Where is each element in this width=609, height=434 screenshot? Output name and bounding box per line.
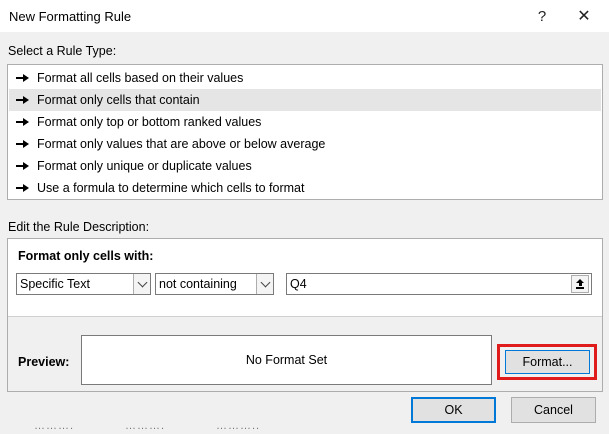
rule-item-label: Format only cells that contain — [37, 93, 200, 107]
cancel-button[interactable]: Cancel — [511, 397, 596, 423]
rule-description-panel: Format only cells with: Specific Text no… — [7, 238, 603, 392]
help-button[interactable]: ? — [528, 4, 556, 28]
preview-text: No Format Set — [245, 353, 328, 367]
text-value-input[interactable] — [287, 275, 571, 293]
rule-item-unique-duplicate[interactable]: Format only unique or duplicate values — [9, 155, 601, 177]
arrow-right-icon — [16, 73, 30, 83]
operator-dropdown[interactable]: not containing — [155, 273, 274, 295]
background-cell-text: ………. — [125, 427, 165, 432]
chevron-down-icon — [137, 277, 147, 287]
background-cell-text: ……….. — [216, 427, 260, 432]
cell-value-type-dropdown[interactable]: Specific Text — [16, 273, 151, 295]
rule-item-above-below-average[interactable]: Format only values that are above or bel… — [9, 133, 601, 155]
preview-box: No Format Set — [81, 335, 492, 385]
chevron-down-icon — [260, 277, 270, 287]
format-button[interactable]: Format... — [505, 350, 590, 374]
text-value-field[interactable] — [286, 273, 592, 295]
rule-item-top-bottom[interactable]: Format only top or bottom ranked values — [9, 111, 601, 133]
dropdown-value: not containing — [159, 277, 237, 291]
rule-item-formula[interactable]: Use a formula to determine which cells t… — [9, 177, 601, 199]
close-button[interactable]: ✕ — [570, 4, 598, 28]
dropdown-arrow[interactable] — [133, 274, 150, 294]
rule-type-label: Select a Rule Type: — [8, 44, 117, 58]
rule-description-label: Edit the Rule Description: — [8, 220, 150, 234]
dropdown-arrow[interactable] — [256, 274, 273, 294]
rule-type-list[interactable]: Format all cells based on their values F… — [7, 64, 603, 200]
rule-item-all-cells[interactable]: Format all cells based on their values — [9, 67, 601, 89]
dropdown-value: Specific Text — [20, 277, 90, 291]
rule-item-cells-that-contain[interactable]: Format only cells that contain — [9, 89, 601, 111]
background-sheet-strip: ………. ………. ……….. — [0, 427, 609, 434]
arrow-right-icon — [16, 161, 30, 171]
criteria-area: Format only cells with: Specific Text no… — [8, 239, 602, 317]
arrow-right-icon — [16, 183, 30, 193]
title-bar: New Formatting Rule ? ✕ — [0, 0, 609, 32]
rule-item-label: Format only top or bottom ranked values — [37, 115, 262, 129]
arrow-right-icon — [16, 139, 30, 149]
background-cell-text: ………. — [34, 427, 74, 432]
ok-button[interactable]: OK — [411, 397, 496, 423]
dialog-title: New Formatting Rule — [9, 9, 132, 24]
rule-item-label: Use a formula to determine which cells t… — [37, 181, 305, 195]
arrow-right-icon — [16, 95, 30, 105]
rule-item-label: Format all cells based on their values — [37, 71, 244, 85]
rule-item-label: Format only unique or duplicate values — [37, 159, 252, 173]
upload-arrow-icon — [576, 279, 584, 289]
preview-label: Preview: — [18, 355, 70, 369]
arrow-right-icon — [16, 117, 30, 127]
format-cells-with-label: Format only cells with: — [18, 249, 154, 263]
rule-item-label: Format only values that are above or bel… — [37, 137, 326, 151]
collapse-dialog-button[interactable] — [571, 275, 589, 293]
